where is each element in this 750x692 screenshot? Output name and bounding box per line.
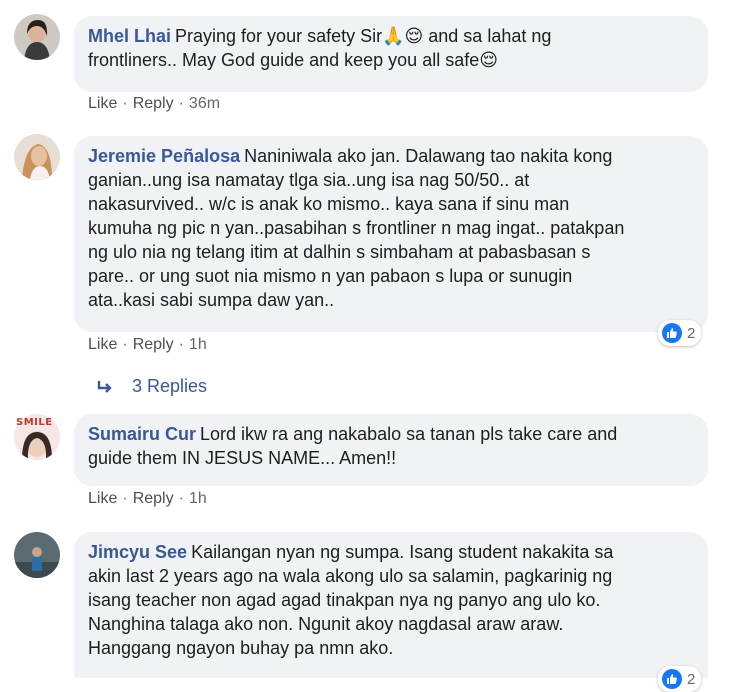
comment-author[interactable]: Jeremie Peñalosa <box>88 146 240 166</box>
comment-author[interactable]: Jimcyu See <box>88 542 187 562</box>
like-link[interactable]: Like <box>88 490 117 508</box>
reply-link[interactable]: Reply <box>133 95 174 113</box>
separator-dot: · <box>122 490 128 507</box>
view-replies-link[interactable]: 3 Replies <box>96 376 207 397</box>
separator-dot: · <box>122 95 128 112</box>
avatar[interactable] <box>14 14 60 60</box>
like-link[interactable]: Like <box>88 336 117 354</box>
like-reaction-icon <box>662 323 682 343</box>
like-reaction-icon <box>662 669 682 689</box>
comment-actions: Like · Reply · 36m <box>88 95 220 113</box>
separator-dot: · <box>122 336 128 353</box>
separator-dot: · <box>178 336 184 353</box>
separator-dot: · <box>178 490 184 507</box>
comment-actions: Like · Reply · 1h <box>88 336 207 354</box>
profile-photo-icon <box>14 14 60 60</box>
comment-bubble: Jeremie Peñalosa Naniniwala ako jan. Dala… <box>74 136 708 332</box>
comment-time[interactable]: 1h <box>189 336 207 354</box>
comment-author[interactable]: Mhel Lhai <box>88 26 171 46</box>
avatar[interactable] <box>14 532 60 578</box>
comment-time[interactable]: 1h <box>189 490 207 508</box>
reply-link[interactable]: Reply <box>133 336 174 354</box>
comment-actions: Like · Reply · 1h <box>88 490 207 508</box>
profile-photo-icon <box>14 134 60 180</box>
profile-photo-icon <box>14 532 60 578</box>
reaction-count: 2 <box>687 324 696 342</box>
avatar[interactable] <box>14 134 60 180</box>
avatar-badge: SMILE <box>16 417 53 428</box>
reaction-badge[interactable]: 2 <box>658 666 702 692</box>
separator-dot: · <box>178 95 184 112</box>
comment-bubble: Mhel Lhai Praying for your safety Sir🙏😌 a… <box>74 16 708 92</box>
reply-link[interactable]: Reply <box>133 490 174 508</box>
reply-arrow-icon <box>97 380 112 393</box>
comment-time[interactable]: 36m <box>189 95 220 113</box>
comment-bubble: Jimcyu See Kailangan nyan ng sumpa. Isang… <box>74 532 708 678</box>
like-link[interactable]: Like <box>88 95 117 113</box>
reaction-count: 2 <box>687 670 696 688</box>
comment-text: Naniniwala ako jan. Dalawang tao nakita … <box>88 146 625 310</box>
comment-author[interactable]: Sumairu Cur <box>88 424 196 444</box>
comment-bubble: Sumairu Cur Lord ikw ra ang nakabalo sa t… <box>74 414 708 486</box>
replies-count[interactable]: 3 Replies <box>132 376 207 397</box>
reaction-badge[interactable]: 2 <box>658 320 702 346</box>
